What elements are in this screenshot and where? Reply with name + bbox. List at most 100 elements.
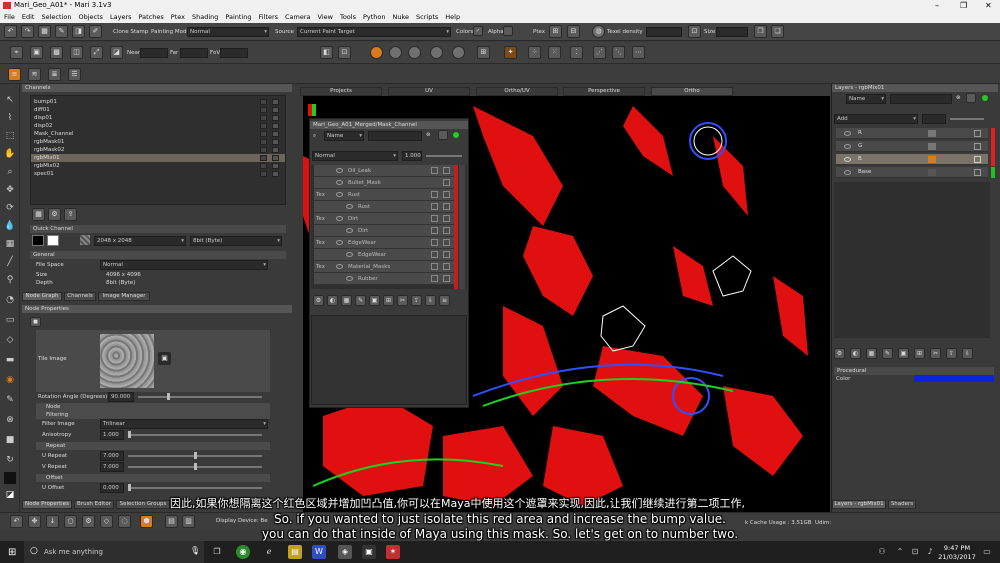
float-blend-mode-select[interactable]: Normal [312, 151, 398, 161]
layers-action-6-icon[interactable]: ⊞ [914, 348, 925, 359]
layer-action-4-icon[interactable]: ✎ [355, 295, 366, 306]
paste-icon[interactable]: ❏ [771, 25, 784, 38]
shader-sphere-2-icon[interactable] [408, 46, 421, 59]
layer-row[interactable]: Tex Dirt [314, 213, 454, 225]
grid-tool-icon[interactable]: ▦ [4, 238, 16, 250]
app-1-icon[interactable]: ◈ [338, 545, 352, 559]
u-offset-slider-knob[interactable] [128, 484, 131, 491]
filter-image-select[interactable]: Trilinear [100, 419, 268, 429]
maximize-button[interactable]: ❐ [960, 0, 967, 11]
channel-row[interactable]: rgbMask01 [31, 138, 285, 146]
layers-action-2-icon[interactable]: ◐ [850, 348, 861, 359]
layer-row[interactable]: Bullet_Mask [314, 177, 454, 189]
menu-edit[interactable]: Edit [22, 11, 35, 23]
layers-icon[interactable]: ◫ [70, 46, 83, 59]
layers-action-4-icon[interactable]: ✎ [882, 348, 893, 359]
anisotropy-slider[interactable] [128, 434, 262, 436]
zoom-tool-icon[interactable]: ⌕ [4, 166, 16, 178]
layers-search-input[interactable] [890, 94, 952, 104]
clock-tool-icon[interactable]: ◔ [4, 294, 16, 306]
image-load-icon[interactable]: ▣ [158, 352, 171, 365]
layer-action-6-icon[interactable]: ⊞ [383, 295, 394, 306]
layers-clear-icon[interactable]: ⊗ [956, 95, 961, 101]
layers-filter-icon[interactable] [966, 93, 976, 103]
menu-help[interactable]: Help [445, 11, 460, 23]
shader-flat-icon[interactable] [370, 46, 383, 59]
tray-up-icon[interactable]: ⌃ [893, 545, 907, 559]
paint-tool-active-icon[interactable]: ≡ [8, 68, 21, 81]
people-icon[interactable]: ⚇ [875, 545, 889, 559]
notifications-icon[interactable]: ▭ [980, 545, 994, 559]
tab-channels[interactable]: Channels [64, 292, 96, 301]
copy-icon[interactable]: ❐ [754, 25, 767, 38]
layer-b-row-selected[interactable]: B [836, 154, 988, 165]
layer-action-8-icon[interactable]: ⇪ [411, 295, 422, 306]
close-button[interactable]: ✕ [985, 0, 992, 11]
channel-row[interactable]: bump01 [31, 98, 285, 106]
menu-shading[interactable]: Shading [192, 11, 218, 23]
chrome-icon[interactable]: ◉ [236, 545, 250, 559]
size-field[interactable] [716, 27, 748, 37]
layers-opacity-field[interactable] [922, 114, 946, 124]
stamp-icon[interactable]: ▦ [38, 25, 51, 38]
stamp2-icon[interactable]: ◨ [72, 25, 85, 38]
app-2-icon[interactable]: ▣ [362, 545, 376, 559]
layers-name-filter[interactable]: Name [846, 94, 886, 104]
grey-swatch-icon[interactable]: ■ [4, 434, 16, 446]
grid-3-icon[interactable]: ⁚ [570, 46, 583, 59]
paint-through-icon[interactable]: ✦ [504, 46, 517, 59]
layer-g-row[interactable]: G [836, 141, 988, 152]
menu-patches[interactable]: Patches [139, 11, 164, 23]
tile-image-thumbnail[interactable] [100, 334, 154, 388]
anisotropy-slider-knob[interactable] [128, 431, 131, 438]
rotate-tool-icon[interactable]: ⟳ [4, 202, 16, 214]
paint-tool-4-icon[interactable]: ☰ [68, 68, 81, 81]
mari-taskbar-icon[interactable]: ✶ [386, 545, 400, 559]
paint-tool-3-icon[interactable]: ≣ [48, 68, 61, 81]
layer-name-filter[interactable]: Name [324, 131, 364, 141]
layer-action-1-icon[interactable]: ⚙ [313, 295, 324, 306]
anisotropy-field[interactable]: 1.000 [100, 430, 124, 440]
channel-row[interactable]: Mask_Channel [31, 130, 285, 138]
rotation-field[interactable]: 90.000 [108, 392, 134, 402]
vertex-3-icon[interactable]: ⋯ [632, 46, 645, 59]
layer-row[interactable]: Rust [314, 201, 454, 213]
u-offset-slider[interactable] [128, 487, 262, 489]
layer-row[interactable]: Tex Material_Masks [314, 261, 454, 273]
resize-icon[interactable]: ⊡ [688, 25, 701, 38]
undo-icon[interactable]: ↶ [4, 25, 17, 38]
procedural-color-swatch[interactable] [914, 375, 994, 382]
layer-base-row[interactable]: Base [836, 167, 988, 178]
layer-search-input[interactable] [368, 131, 422, 141]
checker-icon[interactable]: ▩ [50, 46, 63, 59]
tab-node-graph[interactable]: Node Graph [22, 292, 62, 301]
layer-row[interactable]: Oil_Leak [314, 165, 454, 177]
microphone-icon[interactable]: 🎙 [190, 546, 200, 555]
layers-action-8-icon[interactable]: ⇪ [946, 348, 957, 359]
painting-mode-select[interactable]: Normal [187, 27, 269, 37]
channel-row[interactable]: disp02 [31, 122, 285, 130]
fov-field[interactable] [220, 48, 248, 58]
ptex-tile-icon[interactable]: ⊟ [567, 25, 580, 38]
shader-sphere-4-icon[interactable] [452, 46, 465, 59]
menu-view[interactable]: View [318, 11, 333, 23]
menu-tools[interactable]: Tools [340, 11, 356, 23]
layer-action-9-icon[interactable]: ⇩ [425, 295, 436, 306]
camera-icon[interactable]: ⌖ [10, 46, 23, 59]
menu-filters[interactable]: Filters [259, 11, 278, 23]
brush-tool-icon[interactable]: ✎ [4, 394, 16, 406]
layers-blend-mode-select[interactable]: Add [834, 114, 918, 124]
layer-action-3-icon[interactable]: ▦ [341, 295, 352, 306]
tab-image-manager[interactable]: Image Manager [98, 292, 150, 301]
channel-settings-icon[interactable]: ⚙ [48, 208, 61, 221]
mesh-icon[interactable]: ◪ [110, 46, 123, 59]
fit-icon[interactable]: ⤢ [90, 46, 103, 59]
brush-icon[interactable]: ✐ [89, 25, 102, 38]
layer-r-row[interactable]: R [836, 128, 988, 139]
layers-opacity-slider[interactable] [950, 118, 984, 120]
tab-perspective[interactable]: Perspective [563, 87, 645, 96]
menu-painting[interactable]: Painting [225, 11, 251, 23]
pin-tool-icon[interactable]: ⚲ [4, 274, 16, 286]
vertex-2-icon[interactable]: ⋱ [612, 46, 625, 59]
layers-action-5-icon[interactable]: ▣ [898, 348, 909, 359]
